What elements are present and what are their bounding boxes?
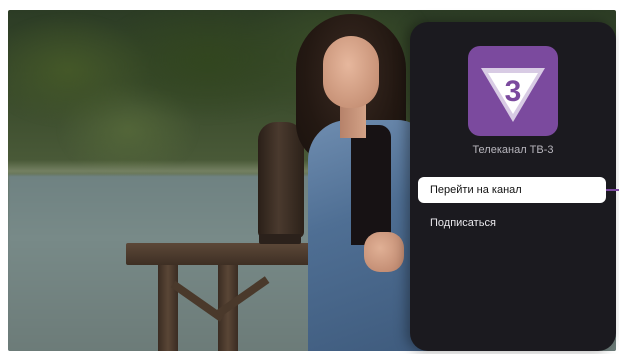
go-to-channel-label: Перейти на канал [430, 184, 522, 196]
person-shirt [351, 125, 391, 245]
subscribe-label: Подписаться [430, 217, 496, 229]
person-hand [364, 232, 404, 272]
channel-name: Телеканал ТВ-3 [472, 144, 554, 156]
statue-base [259, 234, 301, 244]
subscribe-button[interactable]: Подписаться [418, 210, 606, 236]
logo-glyph: 3 [505, 75, 522, 108]
focus-indicator [606, 189, 619, 191]
go-to-channel-button[interactable]: Перейти на канал [418, 177, 606, 203]
tv3-logo-icon: 3 [481, 68, 545, 122]
table-leg [158, 265, 178, 351]
channel-side-panel: 3 Телеканал ТВ-3 Перейти на канал Подпис… [410, 22, 619, 351]
wooden-statue [258, 122, 304, 238]
channel-logo: 3 [468, 46, 558, 136]
person-face [323, 36, 379, 108]
